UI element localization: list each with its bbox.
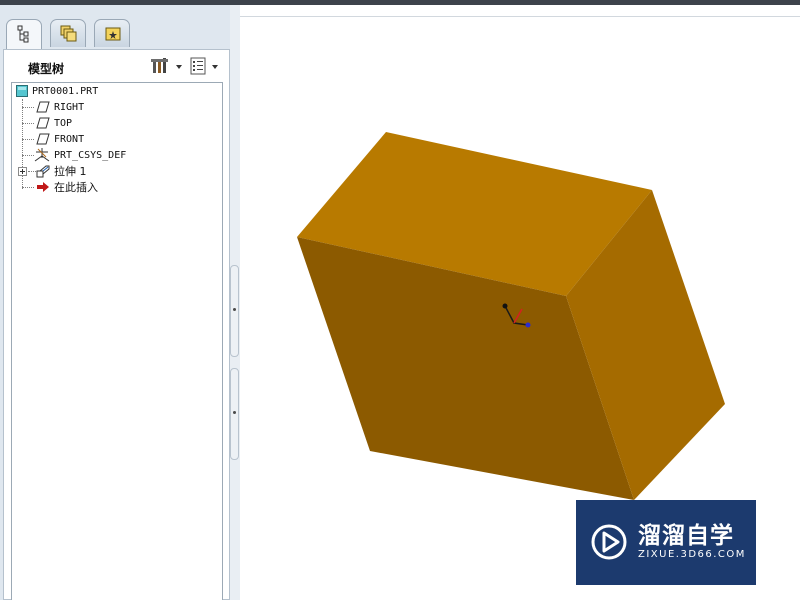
datum-plane-icon — [36, 117, 50, 129]
datum-plane-icon — [36, 101, 50, 113]
splitter-handle[interactable] — [230, 265, 239, 357]
datum-plane-icon — [36, 133, 50, 145]
tree-item-label: 在此插入 — [54, 181, 98, 194]
watermark: 溜溜自学 ZIXUE.3D66.COM — [576, 500, 756, 585]
expand-toggle[interactable] — [18, 167, 27, 176]
part-icon — [16, 85, 28, 97]
panel-title: 模型树 — [28, 62, 65, 76]
show-list-button[interactable] — [190, 56, 224, 76]
coordinate-system-icon — [34, 148, 50, 162]
model-tree[interactable]: PRT0001.PRT RIGHT TOP FRONT PRT_CSYS_DEF… — [11, 82, 223, 600]
favorites-tab-icon — [105, 27, 121, 41]
play-logo-icon — [591, 524, 627, 560]
tree-item-label: PRT0001.PRT — [32, 85, 99, 97]
tab-model-tree[interactable] — [6, 19, 42, 49]
model-tree-panel: 模型树 PRT0001.PRT RIGHT TOP FRONT PRT_CSYS… — [3, 49, 230, 600]
tree-item-front[interactable]: FRONT — [36, 131, 84, 147]
extrude-icon — [36, 165, 50, 178]
tree-connector — [22, 107, 34, 108]
tree-item-csys[interactable]: PRT_CSYS_DEF — [34, 147, 126, 163]
watermark-url: ZIXUE.3D66.COM — [638, 549, 746, 560]
tree-item-part[interactable]: PRT0001.PRT — [16, 83, 98, 99]
show-list-icon — [190, 57, 218, 75]
watermark-brand: 溜溜自学 — [638, 523, 734, 549]
tree-item-label: PRT_CSYS_DEF — [54, 149, 127, 161]
tree-connector — [22, 123, 34, 124]
tab-folder-browser[interactable] — [50, 19, 86, 47]
tab-favorites[interactable] — [94, 19, 130, 47]
tree-item-right[interactable]: RIGHT — [36, 99, 84, 115]
folder-browser-tab-icon — [60, 25, 77, 42]
tree-connector — [22, 187, 34, 188]
panel-splitter[interactable] — [230, 5, 240, 600]
tree-settings-icon — [151, 58, 182, 73]
navigator-panel: 模型树 PRT0001.PRT RIGHT TOP FRONT PRT_CSYS… — [0, 5, 230, 600]
tree-connector — [28, 171, 36, 172]
tree-item-top[interactable]: TOP — [36, 115, 72, 131]
splitter-handle[interactable] — [230, 368, 239, 460]
tree-item-insert-here[interactable]: 在此插入 — [36, 179, 98, 195]
insert-here-arrow-icon — [37, 182, 49, 192]
tree-item-extrude[interactable]: 拉伸 1 — [36, 163, 87, 179]
tree-connector — [22, 155, 34, 156]
tree-item-label: 拉伸 1 — [54, 165, 87, 178]
tree-connector — [22, 139, 34, 140]
tree-item-label: RIGHT — [54, 101, 85, 113]
tree-settings-button[interactable] — [150, 56, 184, 76]
tree-item-label: TOP — [54, 117, 73, 129]
model-tree-tab-icon — [17, 25, 29, 43]
tree-item-label: FRONT — [54, 133, 85, 145]
